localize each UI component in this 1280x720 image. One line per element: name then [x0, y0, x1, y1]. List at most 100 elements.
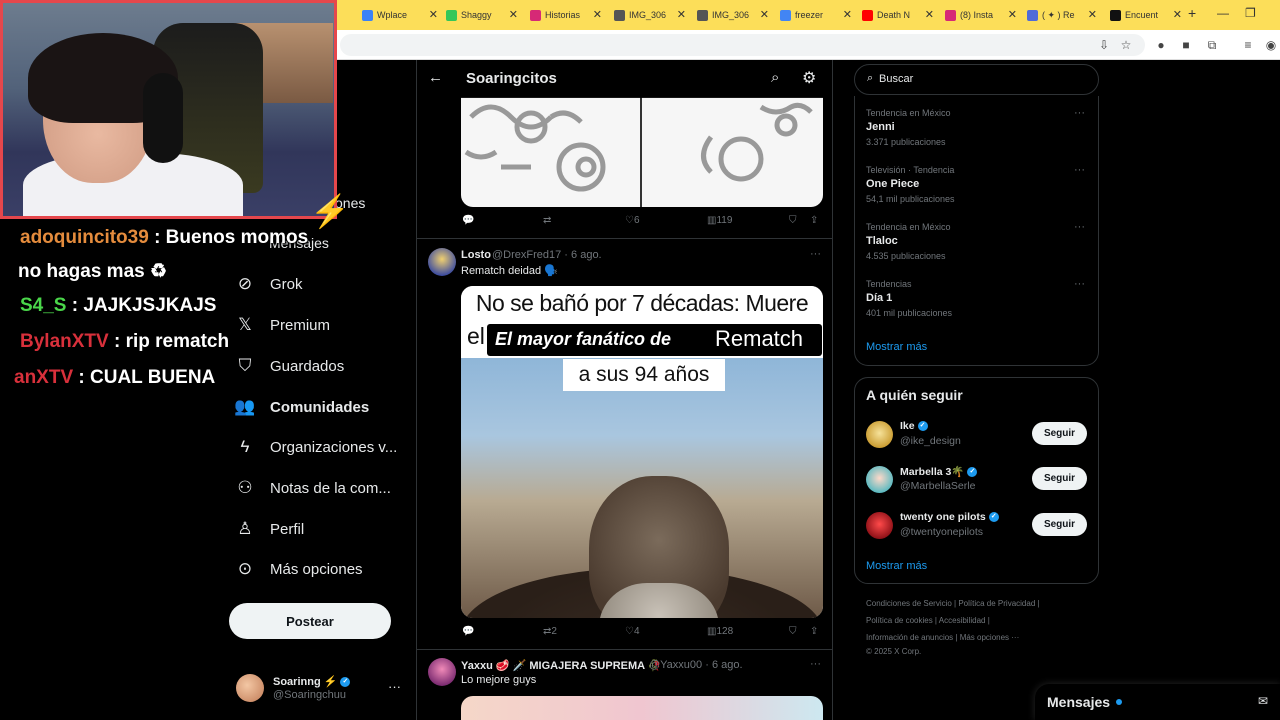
- feed-header: ← Soaringcitos ⌕ ⚙: [417, 60, 832, 98]
- tweet-media[interactable]: [461, 97, 823, 207]
- close-tab-icon[interactable]: ✕: [1173, 8, 1182, 21]
- messages-label: Mensajes: [1047, 694, 1111, 710]
- tweet-media[interactable]: [461, 696, 823, 720]
- browser-tab[interactable]: Historias ✕: [530, 5, 602, 25]
- like-button[interactable]: ♡ 4: [625, 626, 640, 637]
- views-button[interactable]: ▥ 128: [707, 626, 733, 637]
- gear-icon[interactable]: ⚙: [802, 68, 816, 88]
- browser-tab[interactable]: Death N ✕: [862, 5, 934, 25]
- nav-item-premium[interactable]: 𝕏 Premium: [234, 315, 330, 335]
- browser-tab[interactable]: Shaggy ✕: [446, 5, 518, 25]
- footer-links[interactable]: Condiciones de Servicio | Política de Pr…: [866, 599, 1040, 608]
- account-switcher[interactable]: Soarinng ⚡ ✓ @Soaringchuu ···: [236, 674, 406, 704]
- more-icon[interactable]: ···: [810, 248, 821, 260]
- reply-icon[interactable]: 💬: [462, 215, 474, 226]
- back-arrow-icon[interactable]: ←: [428, 69, 443, 86]
- maximize-icon[interactable]: ❐: [1245, 6, 1256, 20]
- follow-button[interactable]: Seguir: [1032, 422, 1087, 445]
- install-icon[interactable]: ⇩: [1097, 38, 1111, 52]
- extension-icon[interactable]: ■: [1179, 38, 1193, 52]
- show-more-link[interactable]: Mostrar más: [866, 341, 927, 353]
- trend-item[interactable]: Tendencias Día 1 401 mil publicaciones ·…: [866, 278, 1086, 318]
- browser-tab[interactable]: (8) Insta ✕: [945, 5, 1017, 25]
- close-tab-icon[interactable]: ✕: [677, 8, 686, 21]
- browser-tab[interactable]: freezer ✕: [780, 5, 852, 25]
- footer-links[interactable]: Información de anuncios | Más opciones ·…: [866, 633, 1019, 642]
- retweet-button[interactable]: ⇄ 2: [543, 626, 557, 637]
- footer-links[interactable]: Política de cookies | Accesibilidad |: [866, 616, 990, 625]
- more-icon[interactable]: ···: [1074, 221, 1085, 233]
- meme-caption: No se bañó por 7 décadas: Muere: [461, 286, 823, 320]
- browser-tab[interactable]: IMG_306 ✕: [614, 5, 686, 25]
- divider: [417, 649, 832, 650]
- section-title: A quién seguir: [866, 387, 963, 403]
- follow-button[interactable]: Seguir: [1032, 467, 1087, 490]
- new-tab-icon[interactable]: +: [1188, 5, 1196, 21]
- browser-tab[interactable]: Wplace ✕: [362, 5, 438, 25]
- nav-item-profile[interactable]: ♙ Perfil: [234, 519, 304, 539]
- extension-icon[interactable]: ●: [1154, 38, 1168, 52]
- close-tab-icon[interactable]: ✕: [509, 8, 518, 21]
- tweet-author[interactable]: Losto: [461, 249, 491, 261]
- trend-item[interactable]: Tendencia en México Tlaloc 4.535 publica…: [866, 221, 1086, 261]
- url-field[interactable]: [340, 34, 1145, 56]
- more-icon[interactable]: ···: [1074, 164, 1085, 176]
- nav-item-bookmarks[interactable]: ⛉ Guardados: [234, 356, 345, 376]
- follow-suggestion[interactable]: Ike ✓ @ike_design Seguir: [866, 420, 1088, 450]
- like-button[interactable]: ♡ 6: [625, 215, 640, 226]
- close-tab-icon[interactable]: ✕: [593, 8, 602, 21]
- search-icon[interactable]: ⌕: [771, 69, 779, 86]
- more-icon[interactable]: ···: [810, 658, 821, 670]
- meme-caption: el: [467, 323, 485, 349]
- trend-item[interactable]: Tendencia en México Jenni 3.371 publicac…: [866, 107, 1086, 147]
- close-tab-icon[interactable]: ✕: [925, 8, 934, 21]
- share-icon[interactable]: ⇪: [810, 626, 818, 637]
- nav-item-organizations[interactable]: ϟ Organizaciones v...: [234, 437, 398, 457]
- more-icon[interactable]: ···: [1074, 278, 1085, 290]
- views-button[interactable]: ▥ 119: [707, 215, 732, 226]
- close-tab-icon[interactable]: ✕: [1008, 8, 1017, 21]
- x-logo-icon: 𝕏: [238, 315, 252, 334]
- follow-suggestion[interactable]: Marbella 3🌴 ✓ @MarbellaSerle Seguir: [866, 465, 1088, 495]
- reply-icon[interactable]: 💬: [462, 626, 474, 637]
- show-more-link[interactable]: Mostrar más: [866, 560, 927, 572]
- avatar[interactable]: [428, 248, 456, 276]
- community-notes-icon: ⚇: [237, 478, 253, 497]
- post-button[interactable]: Postear: [229, 603, 391, 639]
- media-icon[interactable]: ≡: [1241, 38, 1255, 52]
- close-tab-icon[interactable]: ✕: [429, 8, 438, 21]
- compose-message-icon[interactable]: ✉: [1258, 694, 1268, 708]
- tweet-media[interactable]: No se bañó por 7 décadas: Muere el El ma…: [461, 286, 823, 618]
- close-tab-icon[interactable]: ✕: [1088, 8, 1097, 21]
- bookmark-star-icon[interactable]: ☆: [1119, 38, 1133, 52]
- avatar[interactable]: [428, 658, 456, 686]
- nav-item-more-options[interactable]: ⊙ Más opciones: [234, 559, 363, 579]
- share-icon[interactable]: ⇪: [810, 215, 818, 226]
- browser-tab[interactable]: Encuent ✕: [1110, 5, 1182, 25]
- browser-tab[interactable]: ( ✦ ) Re ✕: [1027, 5, 1097, 25]
- nav-item-grok[interactable]: ⊘ Grok: [234, 274, 303, 294]
- meme-overlay-text: Rematch: [715, 326, 804, 351]
- close-tab-icon[interactable]: ✕: [760, 8, 769, 21]
- bookmark-icon: ⛉: [238, 356, 252, 375]
- minimize-icon[interactable]: —: [1217, 6, 1229, 20]
- retweet-icon[interactable]: ⇄: [543, 215, 551, 226]
- extensions-puzzle-icon[interactable]: ⧉: [1205, 38, 1219, 52]
- trend-item[interactable]: Televisión · Tendencia One Piece 54,1 mi…: [866, 164, 1086, 204]
- nav-item-communities[interactable]: 👥 Comunidades: [234, 397, 369, 417]
- bookmark-icon[interactable]: ⛉: [789, 626, 797, 637]
- browser-tab[interactable]: IMG_306 ✕: [697, 5, 769, 25]
- search-input[interactable]: ⌕ Buscar: [854, 64, 1099, 95]
- tweet-author[interactable]: Yaxxu 🥩 🗡️ MIGAJERA SUPREMA 🥀: [461, 659, 661, 672]
- verified-badge-icon: ✓: [988, 512, 999, 523]
- follow-suggestion[interactable]: twenty one pilots ✓ @twentyonepilots Segu…: [866, 511, 1088, 541]
- bookmark-icon[interactable]: ⛉: [789, 215, 797, 226]
- close-tab-icon[interactable]: ✕: [843, 8, 852, 21]
- follow-button[interactable]: Seguir: [1032, 513, 1087, 536]
- more-icon[interactable]: ···: [388, 679, 401, 694]
- profile-icon[interactable]: ◉: [1264, 38, 1278, 52]
- search-icon: ⌕: [867, 72, 874, 84]
- messages-drawer[interactable]: Mensajes ✉: [1035, 684, 1280, 720]
- nav-item-community-notes[interactable]: ⚇ Notas de la com...: [234, 478, 391, 498]
- more-icon[interactable]: ···: [1074, 107, 1085, 119]
